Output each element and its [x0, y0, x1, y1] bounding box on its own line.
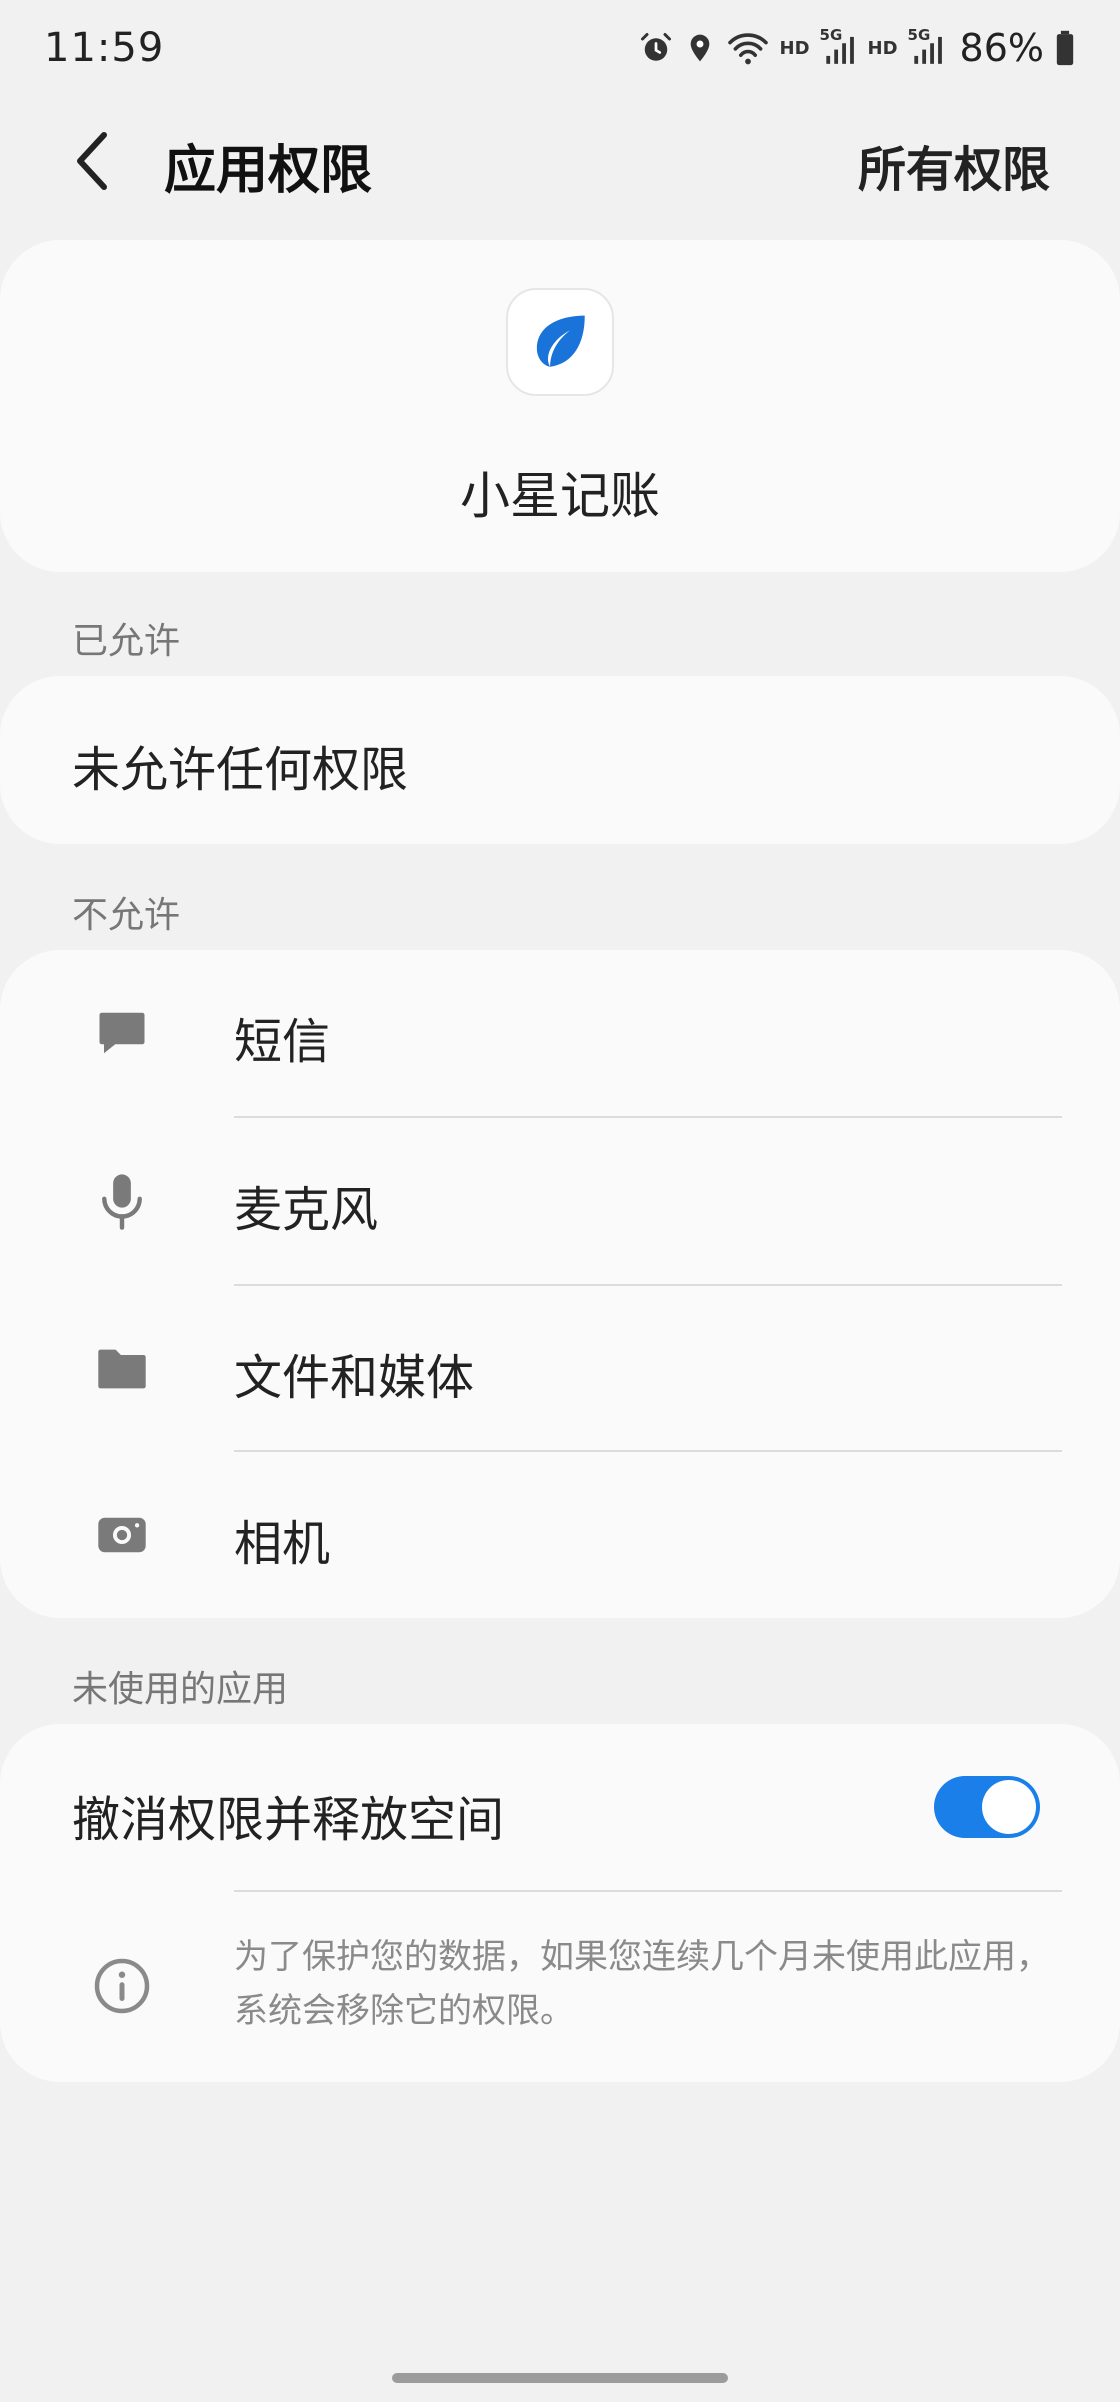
divider	[234, 1890, 1062, 1892]
unused-section-label: 未使用的应用	[72, 1669, 289, 1710]
leaf-icon	[536, 315, 585, 367]
all-permissions-button[interactable]: 所有权限	[858, 130, 1050, 200]
microphone-icon	[92, 1168, 152, 1234]
signal-icon-2: 5G	[908, 26, 946, 66]
denied-card: 短信 麦克风 文件和媒体 相机	[0, 950, 1120, 1618]
hd-label-2: HD	[867, 37, 898, 59]
app-bar: 应用权限 所有权限	[0, 110, 1120, 210]
location-icon	[684, 30, 716, 66]
info-text: 为了保护您的数据，如果您连续几个月未使用此应用，系统会移除它的权限。	[234, 1937, 1050, 2031]
allowed-card: 未允许任何权限	[0, 676, 1120, 844]
allowed-section-label: 已允许	[72, 621, 181, 662]
app-name: 小星记账	[460, 467, 660, 525]
app-info-card: 小星记账	[0, 240, 1120, 572]
message-icon	[92, 1000, 152, 1066]
status-icons: HD 5G HD 5G 86%	[638, 26, 1077, 70]
permission-row-sms[interactable]: 短信	[0, 950, 1120, 1116]
info-icon	[92, 1956, 152, 2016]
wifi-icon	[726, 30, 770, 66]
signal-icon-1: 5G	[820, 26, 858, 66]
permission-row-files-media[interactable]: 文件和媒体	[0, 1286, 1120, 1452]
revoke-permissions-label: 撤消权限并释放空间	[72, 1792, 505, 1848]
permission-row-camera[interactable]: 相机	[0, 1452, 1120, 1618]
folder-icon	[92, 1336, 152, 1402]
permission-label: 麦克风	[234, 1182, 379, 1238]
toggle-knob	[982, 1780, 1036, 1834]
camera-icon	[92, 1502, 152, 1568]
permission-label: 短信	[234, 1014, 331, 1070]
page-title: 应用权限	[164, 141, 373, 201]
app-icon	[506, 288, 614, 396]
no-permissions-text: 未允许任何权限	[72, 742, 409, 798]
permission-row-microphone[interactable]: 麦克风	[0, 1118, 1120, 1284]
permission-label: 文件和媒体	[234, 1350, 475, 1406]
unused-apps-card: 撤消权限并释放空间 为了保护您的数据，如果您连续几个月未使用此应用，系统会移除它…	[0, 1724, 1120, 2082]
status-time: 11:59	[44, 25, 165, 71]
battery-percent: 86%	[959, 26, 1044, 70]
battery-icon	[1054, 30, 1076, 66]
alarm-icon	[638, 30, 674, 66]
back-button[interactable]	[62, 126, 122, 196]
revoke-permissions-row[interactable]: 撤消权限并释放空间	[0, 1724, 1120, 1890]
home-indicator[interactable]	[392, 2373, 728, 2383]
permission-label: 相机	[234, 1516, 331, 1572]
status-bar: 11:59 HD 5G HD 5G 86%	[0, 0, 1120, 96]
hd-label-1: HD	[779, 37, 810, 59]
denied-section-label: 不允许	[72, 895, 181, 936]
revoke-permissions-toggle[interactable]	[934, 1776, 1040, 1838]
chevron-left-icon	[77, 132, 107, 190]
